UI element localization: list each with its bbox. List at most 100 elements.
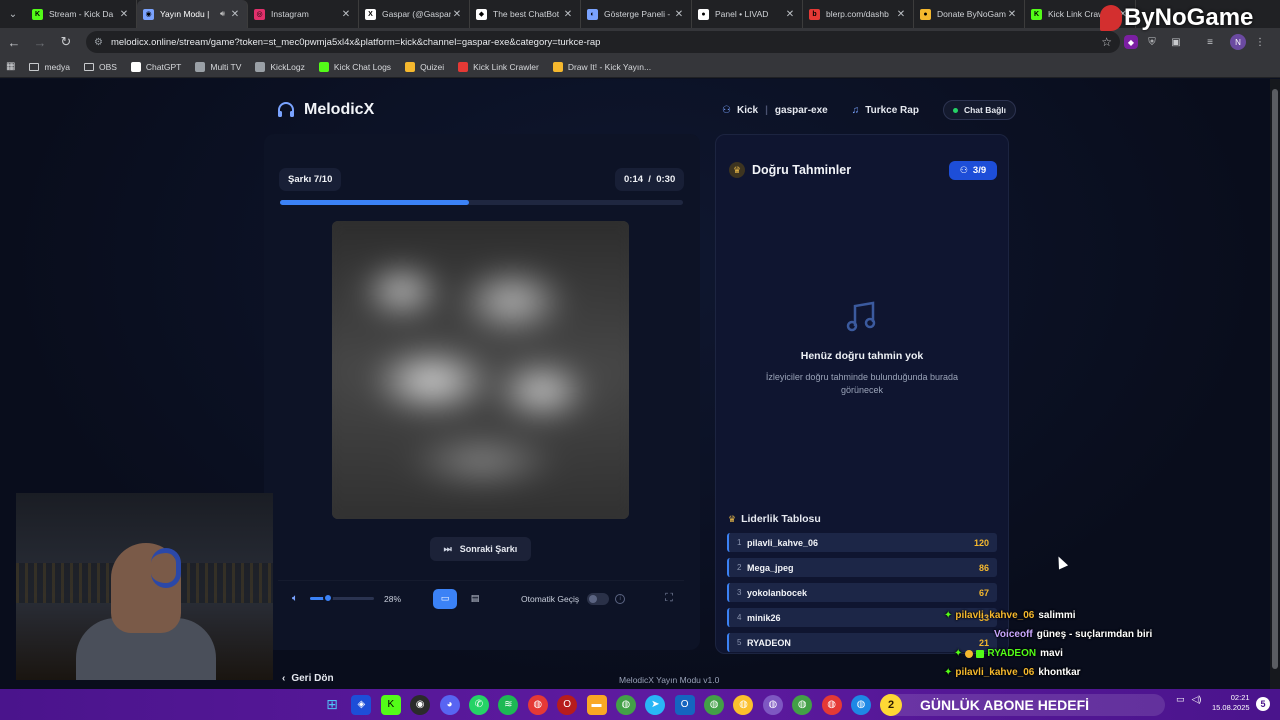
next-song-button[interactable]: ⏭ Sonraki Şarkı bbox=[430, 537, 531, 561]
telegram-icon[interactable]: ➤ bbox=[645, 694, 666, 715]
kick-app-icon[interactable]: K bbox=[380, 694, 401, 715]
site-info-icon[interactable]: ⚙ bbox=[94, 37, 103, 48]
chrome-profile-icon-5[interactable]: ◍ bbox=[821, 694, 842, 715]
display-icon[interactable]: ▭ bbox=[1176, 694, 1185, 705]
leaderboard-rank: 5 bbox=[737, 638, 742, 647]
fullscreen-icon[interactable]: ⛶ bbox=[665, 592, 673, 605]
extensions-puzzle-icon[interactable]: ▣ bbox=[1166, 32, 1186, 52]
address-url[interactable]: melodicx.online/stream/game?token=st_mec… bbox=[111, 37, 1101, 48]
bookmark-label: medya bbox=[44, 61, 70, 72]
speaker-icon[interactable]: ◁) bbox=[1192, 694, 1202, 705]
bookmark-item[interactable]: Kick Link Crawler bbox=[458, 61, 539, 72]
browser-toolbar: ← → ↻ ⚙ melodicx.online/stream/game?toke… bbox=[0, 28, 1280, 56]
spotify-icon[interactable]: ≋ bbox=[498, 694, 519, 715]
chrome-profile-icon-2[interactable]: ◍ bbox=[704, 694, 725, 715]
reload-icon[interactable]: ↻ bbox=[54, 30, 78, 54]
bookmark-item[interactable]: ChatGPT bbox=[130, 61, 181, 72]
shield-extension-icon[interactable]: ⛨ bbox=[1142, 32, 1162, 52]
whatsapp-icon[interactable]: ✆ bbox=[468, 694, 489, 715]
scrollbar-thumb[interactable] bbox=[1272, 89, 1278, 669]
browser-tab[interactable]: ◐ Gösterge Paneli - ✕ bbox=[581, 0, 692, 28]
bookmark-item[interactable]: medya bbox=[29, 62, 70, 72]
browser-tab[interactable]: ● Donate ByNoGam ✕ bbox=[914, 0, 1025, 28]
close-icon[interactable]: ✕ bbox=[562, 9, 574, 20]
chrome-profile-icon[interactable]: ◍ bbox=[615, 694, 636, 715]
back-button[interactable]: ‹ Geri Dön bbox=[282, 673, 334, 684]
bookmark-item[interactable]: OBS bbox=[83, 62, 117, 72]
close-icon[interactable]: ✕ bbox=[895, 9, 907, 20]
start-windows-icon[interactable]: ⊞ bbox=[322, 695, 342, 715]
subscriber-goal-widget: 2 GÜNLÜK ABONE HEDEFİ bbox=[880, 694, 1165, 716]
obs-icon[interactable]: ◉ bbox=[410, 694, 431, 715]
bookmark-label: KickLogz bbox=[270, 61, 305, 72]
bookmark-item[interactable]: Multi TV bbox=[195, 61, 241, 72]
bitwarden-icon[interactable]: ◈ bbox=[351, 694, 372, 715]
browser-tab[interactable]: ● Panel • LIVAD ✕ bbox=[692, 0, 803, 28]
browser-menu-icon[interactable]: ⋮ bbox=[1250, 32, 1270, 52]
subscriber-badge-icon bbox=[965, 649, 974, 658]
browser-tab[interactable]: b blerp.com/dashb ✕ bbox=[803, 0, 914, 28]
tab-search-button[interactable]: ⌄ bbox=[0, 0, 26, 28]
platform-channel: ⚇ Kick | gaspar-exe bbox=[722, 105, 828, 116]
browser-tab[interactable]: X Gaspar (@Gaspar ✕ bbox=[359, 0, 470, 28]
discord-icon[interactable]: ◕ bbox=[439, 694, 460, 715]
close-icon[interactable]: ✕ bbox=[784, 9, 796, 20]
apps-grid-icon[interactable]: ▦ bbox=[6, 61, 15, 72]
auto-next-toggle[interactable] bbox=[587, 592, 610, 605]
song-progress-bar bbox=[280, 200, 683, 205]
leaderboard-list: 1 pilavli_kahve_06 120 2 Mega_jpeg 86 3 yokolan… bbox=[727, 533, 997, 658]
volume-slider[interactable] bbox=[310, 593, 374, 603]
close-icon[interactable]: ✕ bbox=[673, 9, 685, 20]
close-icon[interactable]: ✕ bbox=[118, 9, 130, 20]
extension-icon[interactable]: ◆ bbox=[1124, 35, 1138, 49]
file-explorer-icon[interactable]: ▬ bbox=[586, 694, 607, 715]
opera-icon[interactable]: O bbox=[557, 694, 578, 715]
chrome-icon[interactable]: ◍ bbox=[527, 694, 548, 715]
clock-time: 02:21 bbox=[1230, 693, 1250, 702]
tab-audio-icon[interactable]: 🔊︎ bbox=[220, 9, 225, 19]
kick-badge-icon: ✦ bbox=[944, 667, 953, 678]
profile-avatar[interactable]: N bbox=[1230, 34, 1246, 50]
browser-tab[interactable]: ◎ Instagram ✕ bbox=[248, 0, 359, 28]
card-mode-button[interactable]: ▤ bbox=[463, 589, 487, 609]
outlook-icon[interactable]: O bbox=[674, 694, 695, 715]
system-clock[interactable]: 02:21 15.08.2025 bbox=[1212, 693, 1250, 713]
bookmarks-bar: ▦ medya OBS ChatGPT Multi TV KickLogz Kick Ch… bbox=[0, 56, 1280, 78]
chrome-profile-icon-3[interactable]: ◍ bbox=[733, 694, 754, 715]
tab-favicon-icon: K bbox=[1031, 8, 1042, 20]
bookmark-item[interactable]: Kick Chat Logs bbox=[318, 61, 391, 72]
goal-label: GÜNLÜK ABONE HEDEFİ bbox=[920, 697, 1090, 713]
close-icon[interactable]: ✕ bbox=[451, 9, 463, 20]
crown-icon: ♛ bbox=[729, 162, 745, 178]
volume-icon[interactable]: 🔈︎ bbox=[292, 593, 298, 604]
chrome-profile-icon-4[interactable]: ◍ bbox=[792, 694, 813, 715]
bookmark-star-icon[interactable]: ☆ bbox=[1101, 35, 1112, 49]
browser-tab[interactable]: ◉ Yayın Modu | 🔊︎ ✕ bbox=[137, 0, 248, 28]
close-icon[interactable]: ✕ bbox=[1006, 9, 1018, 20]
browser-tab-strip: ⌄ K Stream - Kick Da ✕ ◉ Yayın Modu | 🔊︎ ✕ ◎ In… bbox=[0, 0, 1280, 28]
toggle-knob bbox=[589, 594, 598, 603]
leaderboard-points: 67 bbox=[978, 587, 989, 598]
page-scrollbar[interactable] bbox=[1270, 79, 1280, 689]
chrome-profile-icon-6[interactable]: ◍ bbox=[851, 694, 872, 715]
media-controls-icon[interactable]: ≡ bbox=[1200, 32, 1220, 52]
close-icon[interactable]: ✕ bbox=[340, 9, 352, 20]
forward-arrow-icon[interactable]: → bbox=[28, 30, 52, 54]
bookmark-item[interactable]: Quizei bbox=[405, 61, 444, 72]
address-bar[interactable]: ⚙ melodicx.online/stream/game?token=st_m… bbox=[86, 31, 1120, 53]
chat-username: pilavli_kahve_06 bbox=[955, 667, 1035, 678]
chrome-active-icon[interactable]: ◍ bbox=[762, 694, 783, 715]
info-icon[interactable]: i bbox=[615, 593, 626, 604]
monitor-mode-button[interactable]: ▭ bbox=[433, 588, 458, 609]
bookmark-item[interactable]: KickLogz bbox=[255, 61, 305, 72]
bookmark-item[interactable]: Draw It! - Kick Yayın... bbox=[552, 61, 651, 72]
app-logo[interactable]: MelodicX bbox=[276, 100, 374, 120]
close-icon[interactable]: ✕ bbox=[229, 9, 241, 20]
volume-knob[interactable] bbox=[322, 593, 333, 603]
brand-mark-icon bbox=[1100, 5, 1122, 31]
browser-tab[interactable]: K Stream - Kick Da ✕ bbox=[26, 0, 137, 28]
back-arrow-icon[interactable]: ← bbox=[2, 30, 26, 54]
notification-badge[interactable]: 5 bbox=[1256, 697, 1270, 711]
chat-message: ✦ pilavli_kahve_06 khontkar bbox=[944, 667, 1081, 678]
browser-tab[interactable]: ◆ The best ChatBot ✕ bbox=[470, 0, 581, 28]
